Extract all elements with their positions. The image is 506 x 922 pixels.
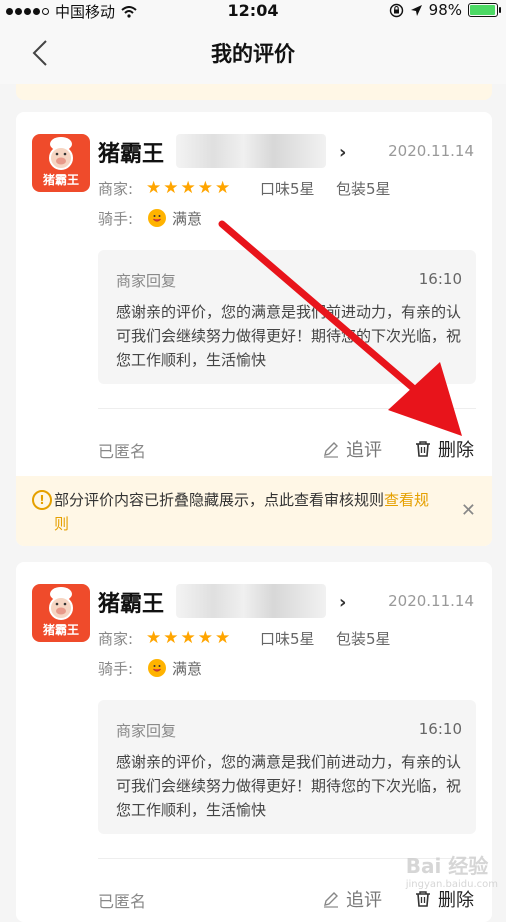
star-icon: ★ xyxy=(215,628,231,648)
happy-face-icon xyxy=(148,209,166,227)
star-icon: ★ xyxy=(146,178,162,198)
chevron-right-icon[interactable]: › xyxy=(339,142,346,163)
reply-title: 商家回复 xyxy=(116,272,177,290)
rider-label: 骑手: xyxy=(98,210,134,228)
packaging-rating: 包装5星 xyxy=(336,630,391,648)
pig-chef-icon xyxy=(49,137,73,170)
shop-logo[interactable]: 猪霸王 xyxy=(32,134,90,192)
trash-icon xyxy=(416,441,430,457)
rider-rating: 满意 xyxy=(172,210,203,228)
delete-label: 删除 xyxy=(438,440,474,461)
blurred-order-info xyxy=(176,134,326,168)
pig-chef-icon xyxy=(49,587,73,620)
star-icon: ★ xyxy=(197,628,213,648)
star-icon: ★ xyxy=(163,628,179,648)
review-date: 2020.11.14 xyxy=(388,142,474,160)
star-icon: ★ xyxy=(197,178,213,198)
merchant-label: 商家: xyxy=(98,630,134,648)
divider xyxy=(98,408,476,409)
packaging-rating: 包装5星 xyxy=(336,180,391,198)
close-icon[interactable]: ✕ xyxy=(461,500,476,521)
status-bar: 中国移动 12:04 98% xyxy=(0,0,506,22)
followup-label: 追评 xyxy=(346,440,382,461)
reply-time: 16:10 xyxy=(418,270,462,288)
reply-text: 感谢亲的评价，您的满意是我们前进动力，有亲的认可我们会继续努力做得更好！期待您的… xyxy=(116,303,462,369)
pencil-icon xyxy=(324,442,338,458)
star-icon: ★ xyxy=(180,178,196,198)
location-icon xyxy=(410,4,422,16)
anonymous-label: 已匿名 xyxy=(98,442,147,461)
trash-icon xyxy=(416,891,430,907)
happy-face-icon xyxy=(148,659,166,677)
followup-button[interactable]: 追评 xyxy=(322,436,382,462)
warning-icon: ! xyxy=(32,490,52,510)
star-icon: ★ xyxy=(146,628,162,648)
logo-text: 猪霸王 xyxy=(42,623,79,637)
taste-rating: 口味5星 xyxy=(260,180,315,198)
shop-logo[interactable]: 猪霸王 xyxy=(32,584,90,642)
followup-button[interactable]: 追评 xyxy=(322,886,382,912)
merchant-reply: 商家回复 16:10 感谢亲的评价，您的满意是我们前进动力，有亲的认可我们会继续… xyxy=(98,250,476,384)
rotation-lock-icon xyxy=(389,3,403,17)
reply-title: 商家回复 xyxy=(116,722,177,740)
shop-name[interactable]: 猪霸王 xyxy=(98,136,164,168)
star-icon: ★ xyxy=(180,628,196,648)
folded-content-notice[interactable]: ! 部分评价内容已折叠隐藏展示，点此查看审核规则查看规则 ✕ xyxy=(16,476,492,546)
reply-text: 感谢亲的评价，您的满意是我们前进动力，有亲的认可我们会继续努力做得更好！期待您的… xyxy=(116,753,462,819)
star-icon: ★ xyxy=(163,178,179,198)
star-rating: ★ ★ ★ ★ ★ xyxy=(146,630,230,647)
delete-button[interactable]: 删除 xyxy=(414,436,474,462)
star-rating: ★ ★ ★ ★ ★ xyxy=(146,180,230,197)
reply-time: 16:10 xyxy=(418,720,462,738)
shop-name[interactable]: 猪霸王 xyxy=(98,586,164,618)
anonymous-label: 已匿名 xyxy=(98,892,147,911)
followup-label: 追评 xyxy=(346,890,382,911)
logo-text: 猪霸王 xyxy=(42,173,79,187)
battery-percent: 98% xyxy=(428,1,462,19)
merchant-reply: 商家回复 16:10 感谢亲的评价，您的满意是我们前进动力，有亲的认可我们会继续… xyxy=(98,700,476,834)
blurred-order-info xyxy=(176,584,326,618)
page-title: 我的评价 xyxy=(211,42,295,66)
merchant-label: 商家: xyxy=(98,180,134,198)
taste-rating: 口味5星 xyxy=(260,630,315,648)
collapsed-notice-strip xyxy=(16,84,492,100)
watermark-logo: Bai 经验 jingyan.baidu.com xyxy=(405,854,498,890)
status-right: 98% xyxy=(389,1,501,19)
rider-rating: 满意 xyxy=(172,660,203,678)
chevron-right-icon[interactable]: › xyxy=(339,592,346,613)
review-date: 2020.11.14 xyxy=(388,592,474,610)
battery-icon xyxy=(468,3,501,17)
navigation-bar: 我的评价 xyxy=(0,22,506,84)
pencil-icon xyxy=(324,892,338,908)
notice-text: 部分评价内容已折叠隐藏展示，点此查看审核规则查看规则 xyxy=(54,491,430,533)
review-card: 猪霸王 猪霸王 › 2020.11.14 商家: ★ ★ ★ ★ ★ 口味5星 … xyxy=(16,112,492,546)
star-icon: ★ xyxy=(215,178,231,198)
rider-label: 骑手: xyxy=(98,660,134,678)
